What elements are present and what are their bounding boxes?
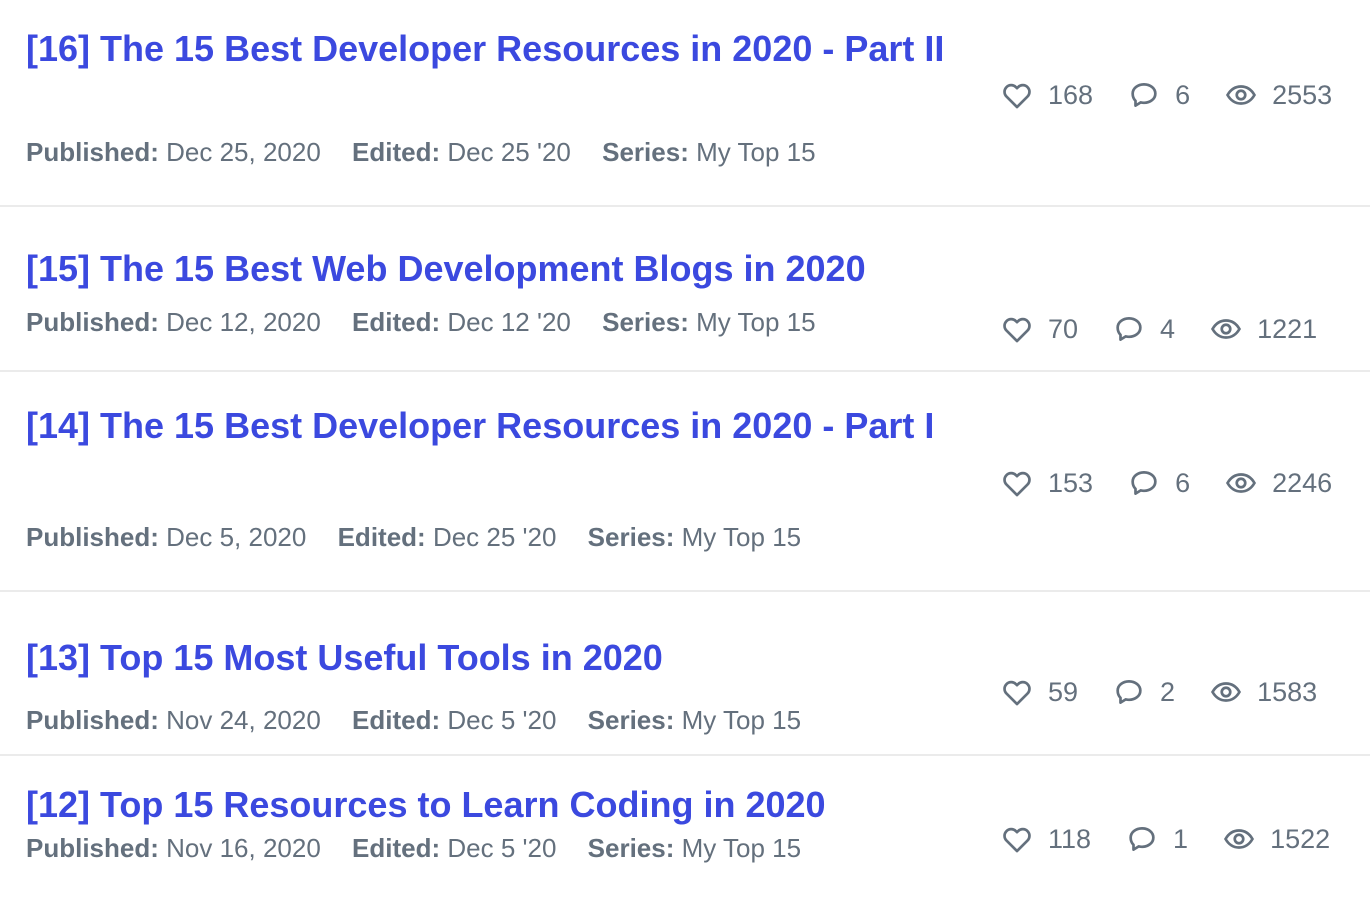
comments-count: 4 bbox=[1160, 313, 1176, 344]
views-stat: 1583 bbox=[1209, 675, 1317, 709]
heart-icon bbox=[1003, 827, 1031, 853]
post-meta: Published: Dec 25, 2020 Edited: Dec 25 '… bbox=[26, 137, 840, 168]
heart-icon bbox=[1003, 317, 1031, 343]
post-title-link[interactable]: [15] The 15 Best Web Development Blogs i… bbox=[26, 241, 976, 296]
post-row: [12] Top 15 Resources to Learn Coding in… bbox=[0, 756, 1370, 906]
series-name: My Top 15 bbox=[696, 137, 816, 167]
edited-label: Edited: bbox=[352, 307, 441, 337]
post-meta: Published: Nov 24, 2020 Edited: Dec 5 '2… bbox=[26, 705, 825, 736]
published-label: Published: bbox=[26, 833, 159, 863]
edited-label: Edited: bbox=[352, 705, 441, 735]
views-count: 2246 bbox=[1272, 467, 1333, 498]
post-row: [16] The 15 Best Developer Resources in … bbox=[0, 0, 1370, 207]
likes-stat[interactable]: 118 bbox=[1000, 822, 1091, 856]
series-name: My Top 15 bbox=[696, 307, 816, 337]
post-stats: 168 6 2553 bbox=[1000, 78, 1332, 112]
series-label: Series: bbox=[587, 522, 675, 552]
views-count: 1522 bbox=[1270, 823, 1331, 854]
post-title-link[interactable]: [12] Top 15 Resources to Learn Coding in… bbox=[26, 777, 976, 832]
views-stat: 1522 bbox=[1222, 822, 1330, 856]
published-date: Dec 5, 2020 bbox=[166, 522, 307, 552]
published-label: Published: bbox=[26, 705, 159, 735]
published-label: Published: bbox=[26, 137, 159, 167]
likes-stat[interactable]: 70 bbox=[1000, 312, 1078, 346]
edited-label: Edited: bbox=[337, 522, 426, 552]
comment-bubble-icon bbox=[1131, 83, 1157, 107]
post-title-link[interactable]: [13] Top 15 Most Useful Tools in 2020 bbox=[26, 630, 976, 685]
edited-date: Dec 12 '20 bbox=[447, 307, 571, 337]
series-label: Series: bbox=[587, 705, 675, 735]
post-title-link[interactable]: [16] The 15 Best Developer Resources in … bbox=[26, 21, 976, 76]
series-label: Series: bbox=[602, 307, 689, 337]
views-count: 1221 bbox=[1257, 313, 1318, 344]
published-label: Published: bbox=[26, 307, 159, 337]
comments-count: 1 bbox=[1173, 823, 1189, 854]
series-label: Series: bbox=[602, 137, 689, 167]
post-stats: 70 4 1221 bbox=[1000, 312, 1317, 346]
published-date: Dec 25, 2020 bbox=[166, 137, 321, 167]
edited-label: Edited: bbox=[352, 833, 441, 863]
views-count: 2553 bbox=[1272, 79, 1333, 110]
views-stat: 2553 bbox=[1224, 78, 1332, 112]
eye-icon bbox=[1224, 829, 1255, 849]
post-row: [15] The 15 Best Web Development Blogs i… bbox=[0, 207, 1370, 372]
edited-date: Dec 25 '20 bbox=[432, 522, 557, 552]
views-stat: 1221 bbox=[1209, 312, 1317, 346]
post-row: [13] Top 15 Most Useful Tools in 2020 Pu… bbox=[0, 592, 1370, 756]
comments-count: 6 bbox=[1175, 79, 1191, 110]
post-meta: Published: Nov 16, 2020 Edited: Dec 5 '2… bbox=[26, 833, 825, 864]
published-date: Nov 16, 2020 bbox=[166, 833, 321, 863]
post-stats: 153 6 2246 bbox=[1000, 466, 1332, 500]
published-date: Nov 24, 2020 bbox=[166, 705, 321, 735]
likes-count: 118 bbox=[1048, 823, 1092, 854]
published-date: Dec 12, 2020 bbox=[166, 307, 321, 337]
likes-count: 70 bbox=[1048, 313, 1079, 344]
series-name: My Top 15 bbox=[681, 705, 802, 735]
edited-label: Edited: bbox=[352, 137, 441, 167]
series-label: Series: bbox=[587, 833, 675, 863]
comments-stat[interactable]: 6 bbox=[1127, 466, 1190, 500]
views-stat: 2246 bbox=[1224, 466, 1332, 500]
likes-count: 59 bbox=[1048, 676, 1079, 707]
comments-stat[interactable]: 1 bbox=[1125, 822, 1188, 856]
eye-icon bbox=[1211, 319, 1242, 339]
comments-stat[interactable]: 4 bbox=[1112, 312, 1175, 346]
post-stats: 59 2 1583 bbox=[1000, 675, 1317, 709]
published-label: Published: bbox=[26, 522, 159, 552]
likes-count: 168 bbox=[1048, 79, 1094, 110]
series-name: My Top 15 bbox=[681, 522, 802, 552]
series-name: My Top 15 bbox=[681, 833, 802, 863]
comments-stat[interactable]: 6 bbox=[1127, 78, 1190, 112]
likes-stat[interactable]: 168 bbox=[1000, 78, 1093, 112]
heart-icon bbox=[1003, 680, 1031, 706]
comments-count: 2 bbox=[1160, 676, 1176, 707]
likes-count: 153 bbox=[1048, 467, 1094, 498]
edited-date: Dec 5 '20 bbox=[447, 833, 557, 863]
comment-bubble-icon bbox=[1116, 680, 1142, 704]
post-stats: 118 1 1522 bbox=[1000, 822, 1330, 856]
post-meta: Published: Dec 5, 2020 Edited: Dec 25 '2… bbox=[26, 522, 825, 553]
edited-date: Dec 5 '20 bbox=[447, 705, 557, 735]
views-count: 1583 bbox=[1257, 676, 1318, 707]
comment-bubble-icon bbox=[1116, 317, 1142, 341]
post-meta: Published: Dec 12, 2020 Edited: Dec 12 '… bbox=[26, 307, 840, 338]
edited-date: Dec 25 '20 bbox=[447, 137, 571, 167]
eye-icon bbox=[1226, 473, 1257, 493]
likes-stat[interactable]: 153 bbox=[1000, 466, 1093, 500]
comment-bubble-icon bbox=[1131, 471, 1157, 495]
comments-stat[interactable]: 2 bbox=[1112, 675, 1175, 709]
comments-count: 6 bbox=[1175, 467, 1191, 498]
post-title-link[interactable]: [14] The 15 Best Developer Resources in … bbox=[26, 398, 976, 453]
comment-bubble-icon bbox=[1129, 827, 1155, 851]
post-list: [16] The 15 Best Developer Resources in … bbox=[0, 0, 1370, 906]
heart-icon bbox=[1003, 83, 1031, 109]
eye-icon bbox=[1226, 85, 1257, 105]
post-row: [14] The 15 Best Developer Resources in … bbox=[0, 372, 1370, 592]
eye-icon bbox=[1211, 682, 1242, 702]
likes-stat[interactable]: 59 bbox=[1000, 675, 1078, 709]
heart-icon bbox=[1003, 471, 1031, 497]
